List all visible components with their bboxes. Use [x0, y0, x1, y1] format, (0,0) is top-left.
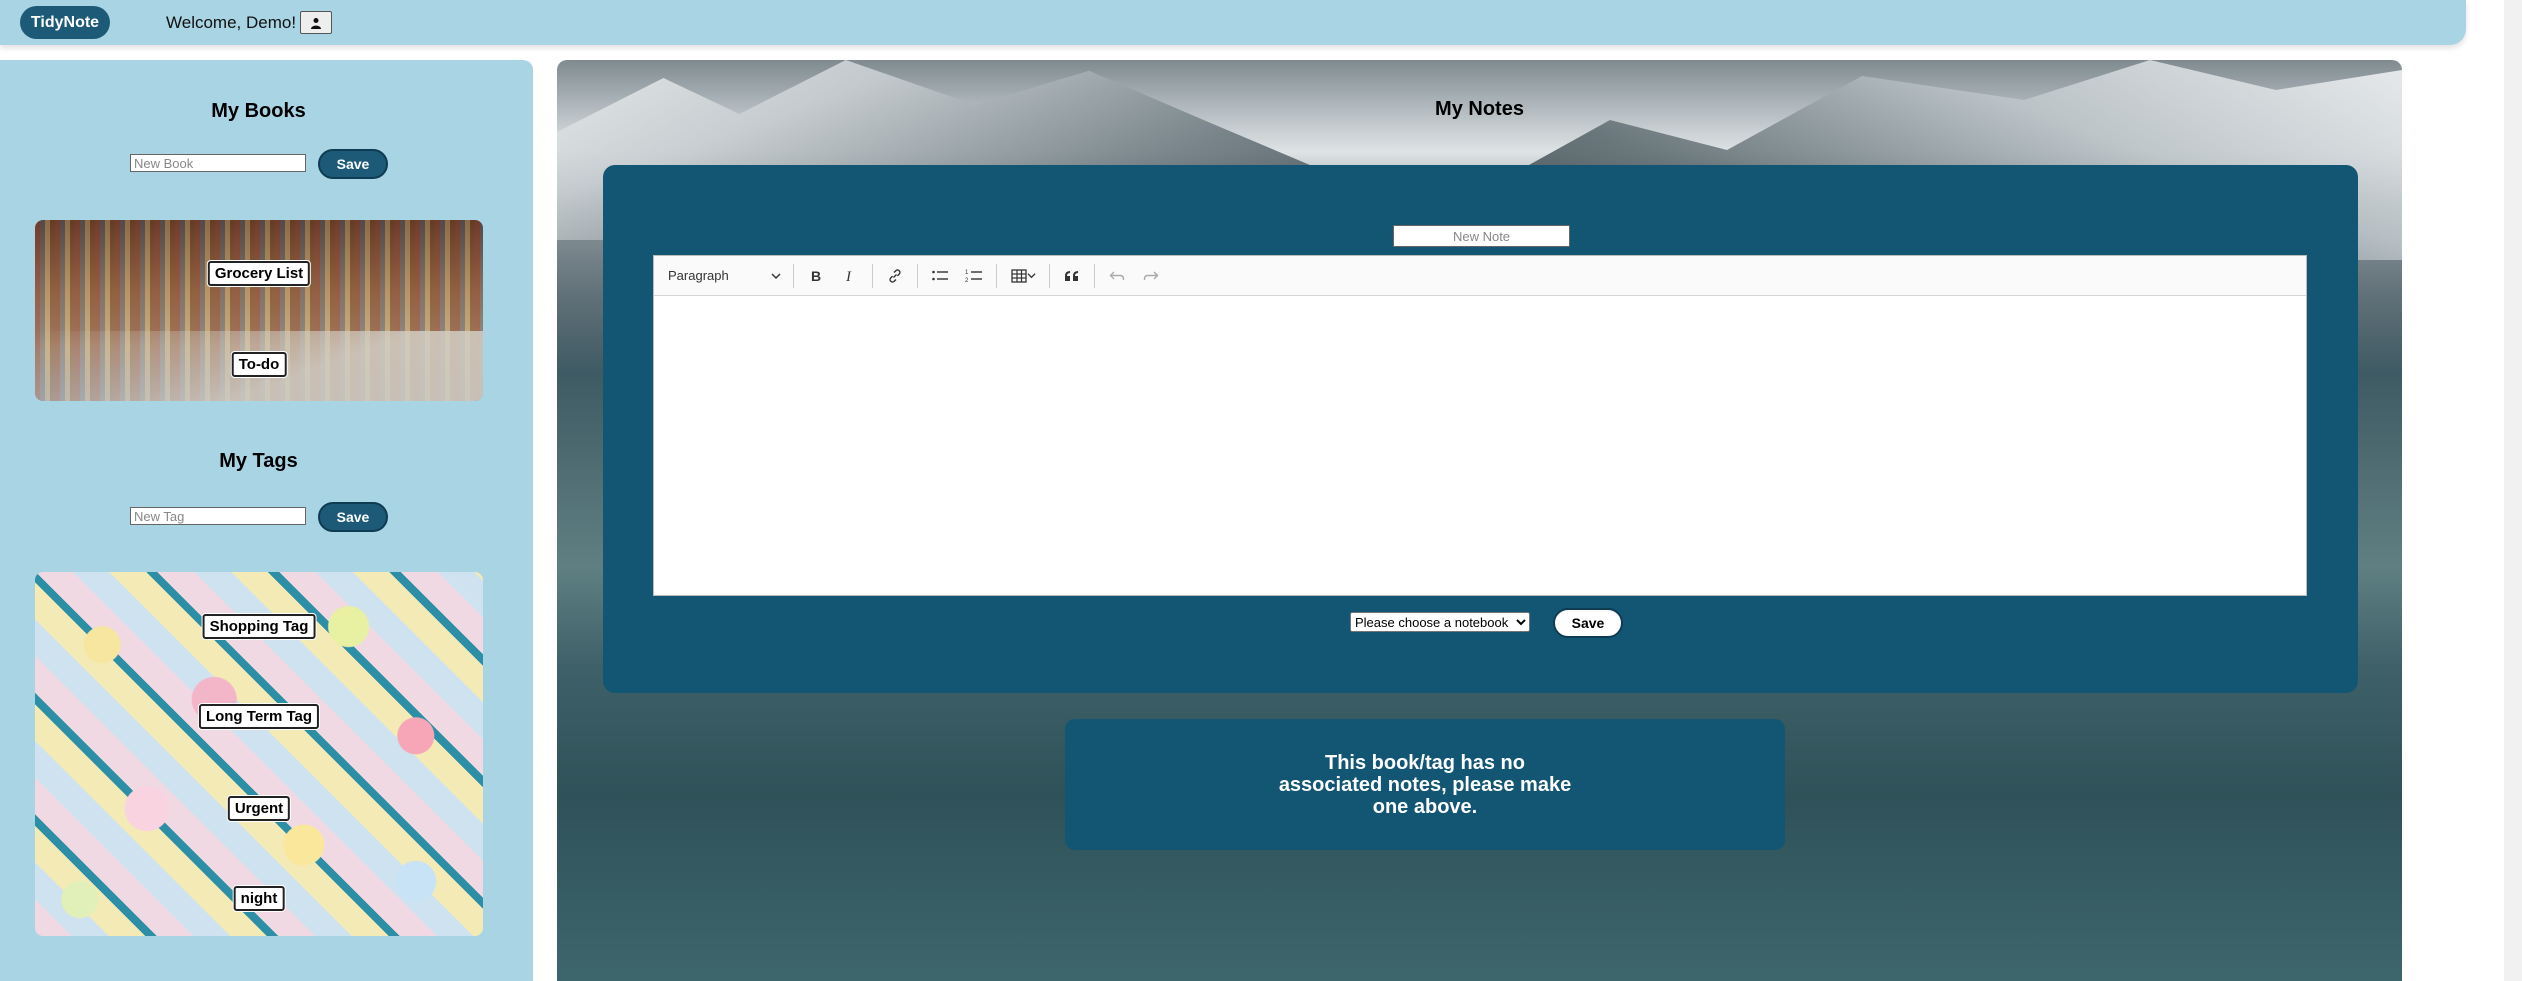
- books-heading: My Books: [211, 100, 306, 122]
- book-item-grocery-list[interactable]: Grocery List: [207, 261, 311, 286]
- svg-text:2: 2: [965, 278, 969, 284]
- tag-item-urgent[interactable]: Urgent: [227, 796, 291, 821]
- redo-button[interactable]: [1135, 261, 1167, 291]
- tag-item-night[interactable]: night: [233, 886, 285, 911]
- new-tag-input[interactable]: [130, 507, 306, 525]
- new-note-title-input[interactable]: [1393, 225, 1570, 247]
- editor-content-area[interactable]: [654, 296, 2306, 596]
- note-editor-panel: Paragraph B I: [603, 165, 2358, 693]
- save-tag-button[interactable]: Save: [318, 502, 388, 532]
- notebook-select[interactable]: Please choose a notebook: [1350, 612, 1530, 632]
- toolbar-separator: [917, 263, 918, 288]
- user-icon: [311, 17, 322, 29]
- save-book-button[interactable]: Save: [318, 149, 388, 179]
- sidebar: My Books Save Grocery List To-do My Tags…: [0, 60, 533, 981]
- table-icon: [1010, 268, 1027, 283]
- tag-item-long-term-tag[interactable]: Long Term Tag: [198, 704, 320, 729]
- book-item-to-do[interactable]: To-do: [231, 352, 287, 377]
- books-card: Grocery List To-do: [35, 220, 483, 401]
- tags-heading: My Tags: [219, 450, 298, 472]
- link-icon: [889, 268, 901, 283]
- blockquote-button[interactable]: [1056, 261, 1088, 291]
- page-scrollbar[interactable]: [2504, 0, 2522, 981]
- chevron-down-icon: [1026, 273, 1036, 279]
- chevron-down-icon: [771, 272, 781, 279]
- toolbar-separator: [1094, 263, 1095, 288]
- block-format-label: Paragraph: [668, 268, 729, 283]
- insert-table-button[interactable]: [1003, 261, 1043, 291]
- block-format-dropdown[interactable]: Paragraph: [662, 261, 787, 291]
- undo-button[interactable]: [1101, 261, 1133, 291]
- welcome-area: Welcome, Demo!: [166, 11, 333, 34]
- bold-button[interactable]: B: [800, 261, 832, 291]
- undo-icon: [1109, 271, 1125, 280]
- user-menu-button[interactable]: [300, 11, 333, 34]
- svg-text:1: 1: [965, 270, 969, 276]
- italic-icon: I: [845, 269, 852, 284]
- brand-logo-button[interactable]: TidyNote: [20, 6, 110, 39]
- toolbar-separator: [793, 263, 794, 288]
- tag-item-shopping-tag[interactable]: Shopping Tag: [202, 614, 316, 639]
- toolbar-separator: [996, 263, 997, 288]
- empty-notes-message: This book/tag has no associated notes, p…: [1278, 751, 1572, 818]
- main-content: My Notes Paragraph B I: [557, 60, 2402, 981]
- bulleted-list-icon: [932, 270, 948, 280]
- numbered-list-button[interactable]: 1 2: [958, 261, 990, 291]
- quote-icon: [1065, 270, 1078, 281]
- italic-button[interactable]: I: [834, 261, 866, 291]
- tags-card: Shopping Tag Long Term Tag Urgent night: [35, 572, 483, 936]
- new-book-input[interactable]: [130, 154, 306, 172]
- notes-heading: My Notes: [1435, 98, 1524, 120]
- link-button[interactable]: [879, 261, 911, 291]
- welcome-text: Welcome, Demo!: [166, 12, 297, 32]
- bold-icon: B: [811, 268, 821, 284]
- editor-toolbar: Paragraph B I 1 2: [654, 256, 2306, 296]
- rich-text-editor: Paragraph B I 1 2: [653, 255, 2307, 596]
- save-note-button[interactable]: Save: [1553, 608, 1623, 638]
- empty-notes-panel: This book/tag has no associated notes, p…: [1065, 719, 1785, 850]
- svg-text:I: I: [845, 269, 852, 284]
- toolbar-separator: [1049, 263, 1050, 288]
- toolbar-separator: [872, 263, 873, 288]
- redo-icon: [1143, 271, 1159, 280]
- svg-text:B: B: [811, 268, 821, 284]
- numbered-list-icon: 1 2: [965, 270, 982, 284]
- bulleted-list-button[interactable]: [924, 261, 956, 291]
- top-navbar: TidyNote Welcome, Demo!: [0, 0, 2466, 45]
